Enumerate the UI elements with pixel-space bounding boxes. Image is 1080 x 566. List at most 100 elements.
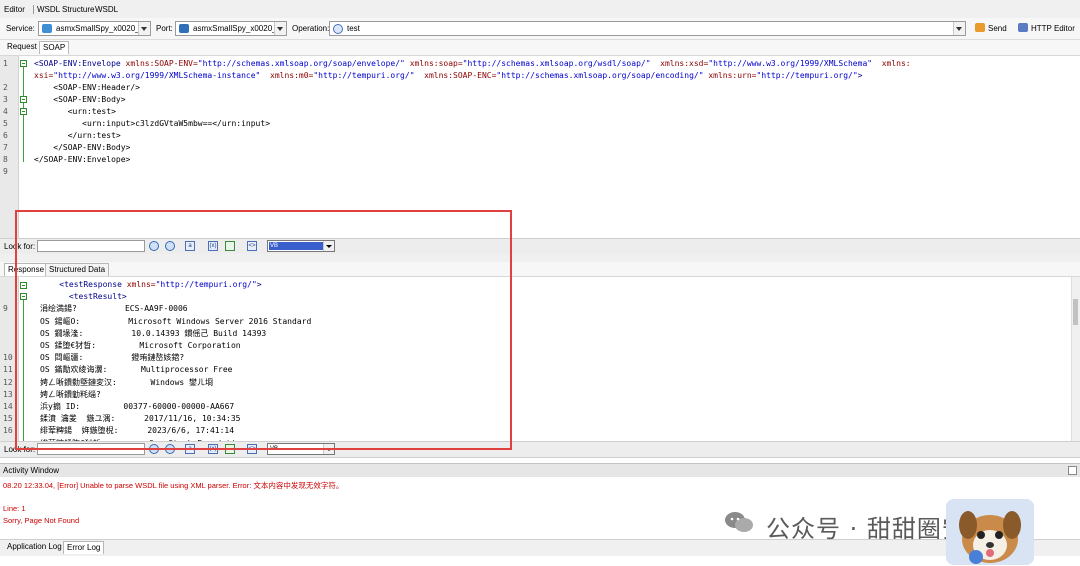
find-previous-icon[interactable] <box>149 444 159 454</box>
fold-toggle-icon[interactable] <box>20 108 27 115</box>
code-line: </SOAP-ENV:Envelope> <box>34 154 130 165</box>
code-token: "http://schemas.xmlsoap.org/soap/envelop… <box>197 59 405 68</box>
scope-select[interactable]: VB <box>267 443 335 455</box>
activity-window-title: Activity Window <box>3 466 60 475</box>
code-line: OS 鐗堟湰: 10.0.14393 鏆傜己 Build 14393 <box>40 328 266 339</box>
chevron-down-icon <box>274 22 286 35</box>
line-number: 14 <box>3 402 13 411</box>
menu-bar: Editor WSDL Structure WSDL <box>0 0 1080 19</box>
find-previous-icon[interactable] <box>149 241 159 251</box>
fold-margin <box>18 56 32 238</box>
tab-error-log[interactable]: Error Log <box>63 541 105 554</box>
code-token: 娉ㄥ唽鐨勭粍缁? <box>40 389 101 399</box>
tab-soap[interactable]: SOAP <box>39 41 70 54</box>
tab-application-log[interactable]: Application Log <box>4 541 65 553</box>
send-button[interactable]: Send <box>975 23 1007 33</box>
close-icon[interactable] <box>1068 466 1077 475</box>
line-number: 10 <box>3 353 13 363</box>
code-token: "http://tempuri.org/" <box>313 71 415 80</box>
code-token: <SOAP-ENV:Envelope <box>34 59 126 68</box>
search-bar-request: Look for: a (x) <> VB <box>0 238 1080 255</box>
port-value: asmxSmallSpy_x0020__ <box>193 24 282 33</box>
code-token: <testResponse <box>40 280 127 289</box>
menu-editor[interactable]: Editor <box>4 5 25 14</box>
line-number: 7 <box>3 143 8 152</box>
fold-toggle-icon[interactable] <box>20 96 27 103</box>
find-next-icon[interactable] <box>165 444 175 454</box>
http-editor-icon <box>1018 23 1028 32</box>
code-token: OS 閰嶇疆: 鐙珛鏈嶅姟鍣? <box>40 353 185 363</box>
code-token: xmlns:xsd= <box>650 59 709 68</box>
search-input[interactable] <box>37 240 145 252</box>
scope-select[interactable]: VB <box>267 240 335 252</box>
line-number: 6 <box>3 131 8 140</box>
tab-request[interactable]: Request <box>4 41 40 53</box>
chevron-down-icon <box>323 241 334 251</box>
code-line: </urn:test> <box>34 130 121 141</box>
log-not-found: Sorry, Page Not Found <box>3 516 80 525</box>
code-line: <SOAP-ENV:Envelope xmlns:SOAP-ENV="http:… <box>34 58 911 69</box>
search-input[interactable] <box>37 443 145 455</box>
operation-select[interactable]: test <box>329 21 966 36</box>
fold-toggle-icon[interactable] <box>20 60 27 67</box>
line-number: 3 <box>3 95 8 104</box>
code-line: <testResult> <box>40 291 127 302</box>
match-case-icon[interactable]: a <box>185 241 195 251</box>
line-number: 8 <box>3 155 8 164</box>
scope-value: VB <box>269 445 324 453</box>
code-token: OS 鍒堕€犲晢: Microsoft Corporation <box>40 341 241 350</box>
chevron-down-icon <box>953 22 965 35</box>
splitter[interactable] <box>0 254 1080 262</box>
code-line: xsi="http://www.w3.org/1999/XMLSchema-in… <box>34 70 862 81</box>
service-select[interactable]: asmxSmallSpy_x0020__ <box>38 21 151 36</box>
code-token: </SOAP-ENV:Body> <box>34 143 131 152</box>
log-error-line: 08.20 12:33.04, [Error] Unable to parse … <box>3 481 344 490</box>
scrollbar-thumb[interactable] <box>1073 299 1078 325</box>
regex-icon[interactable]: (x) <box>208 444 218 454</box>
line-number: 12 <box>3 377 13 387</box>
wrap-icon[interactable]: <> <box>247 444 257 454</box>
code-token: "http://tempuri.org/" <box>155 280 257 289</box>
request-editor[interactable]: 1 2 3 4 5 6 7 8 9 <SOAP-ENV:Envelope xmlns:SOAP-… <box>0 55 1080 239</box>
menu-wsdl-structure[interactable]: WSDL Structure <box>33 5 95 14</box>
line-number: 5 <box>3 119 8 128</box>
code-token: xsi= <box>34 71 54 80</box>
response-editor[interactable]: 9 10 11 12 13 14 15 16 <testResponse xmlns="htt… <box>0 276 1080 448</box>
code-token: xmlns= <box>126 280 156 289</box>
line-number: 13 <box>3 389 13 399</box>
highlight-icon[interactable] <box>225 241 235 251</box>
line-number: 1 <box>3 59 8 68</box>
code-line: 涓绘満鍚? ECS-AA9F-0006 <box>40 303 188 314</box>
code-line: <SOAP-ENV:Header/> <box>34 82 140 93</box>
service-icon <box>42 24 52 33</box>
port-select[interactable]: asmxSmallSpy_x0020__ <box>175 21 287 36</box>
line-number: 15 <box>3 414 13 424</box>
tab-structured-data[interactable]: Structured Data <box>45 263 110 276</box>
code-line: <testResponse xmlns="http://tempuri.org/… <box>40 279 262 290</box>
match-case-icon[interactable]: a <box>185 444 195 454</box>
http-editor-button[interactable]: HTTP Editor <box>1018 23 1075 33</box>
code-line: 鍒濆 瀹夎 鏃ユ湡: 2017/11/16, 10:34:35 <box>40 413 241 424</box>
port-label: Port: <box>156 24 173 33</box>
menu-wsdl[interactable]: WSDL <box>95 5 118 14</box>
code-line: </SOAP-ENV:Body> <box>34 142 130 153</box>
tab-response[interactable]: Response <box>4 263 49 276</box>
find-next-icon[interactable] <box>165 241 175 251</box>
code-line: <urn:input>c3lzdGVtaW5mbw==</urn:input> <box>34 118 270 129</box>
code-token: > <box>256 280 262 289</box>
send-icon <box>975 23 985 32</box>
code-token: > <box>857 71 863 80</box>
code-token: 绯荤粺鍚 姩鏃堕棿: 2023/6/6, 17:41:14 <box>40 426 235 436</box>
code-token: "http://tempuri.org/" <box>756 71 858 80</box>
line-number: 16 <box>3 426 13 436</box>
highlight-icon[interactable] <box>225 444 235 454</box>
fold-toggle-icon[interactable] <box>20 282 27 289</box>
vertical-scrollbar[interactable] <box>1071 277 1080 442</box>
chevron-down-icon <box>138 22 150 35</box>
regex-icon[interactable]: (x) <box>208 241 218 251</box>
fold-toggle-icon[interactable] <box>20 293 27 300</box>
code-token: "http://www.w3.org/1999/XMLSchema-instan… <box>53 71 261 80</box>
code-token: <urn:input>c3lzdGVtaW5mbw==</urn:input> <box>34 119 271 128</box>
wrap-icon[interactable]: <> <box>247 241 257 251</box>
code-token: "http://www.w3.org/1999/XMLSchema" <box>708 59 873 68</box>
